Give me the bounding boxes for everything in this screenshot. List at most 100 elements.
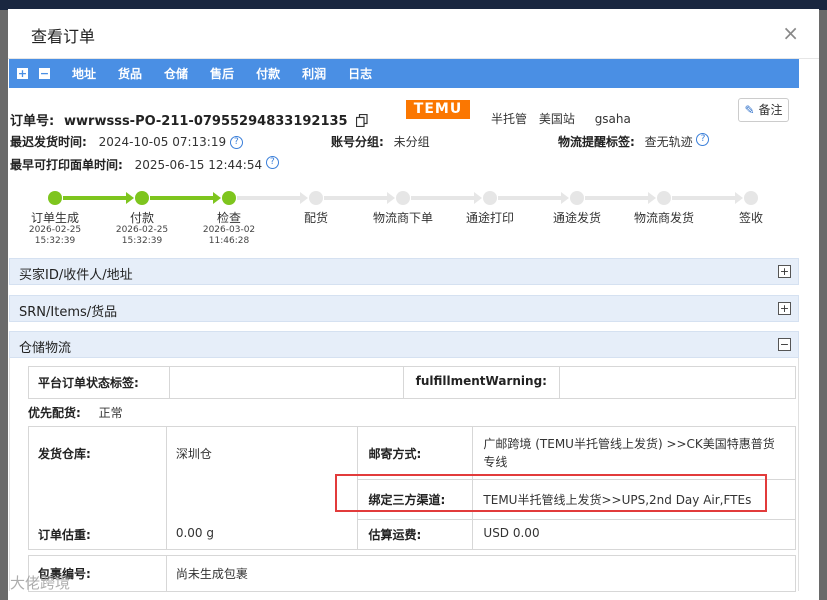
note-button[interactable]: ✎ 备注: [738, 98, 789, 122]
progress-step-time: 2026-02-25 15:32:39: [97, 225, 187, 247]
progress-arrow: [213, 192, 221, 204]
toolbar-link-log[interactable]: 日志: [348, 65, 372, 82]
expand-icon[interactable]: +: [778, 265, 791, 278]
help-icon[interactable]: ?: [265, 156, 279, 169]
expand-all-button[interactable]: +: [17, 68, 28, 79]
logistics-tag-value: 查无轨迹: [644, 135, 693, 149]
ship-warehouse-label: 发货仓库:: [28, 426, 167, 520]
progress-arrow: [561, 192, 569, 204]
progress-step-dot: [744, 191, 758, 205]
section-buyer-title: 买家ID/收件人/地址: [19, 268, 133, 283]
watermark: 大佬跨境: [10, 574, 71, 592]
section-warehouse[interactable]: 仓储物流 −: [9, 331, 799, 358]
highlight-box: [335, 474, 767, 512]
latest-ship-label: 最迟发货时间:: [10, 135, 87, 149]
progress-step-time: 2026-02-25 15:32:39: [10, 225, 100, 247]
toolbar-link-address[interactable]: 地址: [72, 65, 96, 82]
progress-step-label: 检查: [216, 211, 241, 225]
progress-step-label: 物流商发货: [633, 211, 694, 225]
section-buyer[interactable]: 买家ID/收件人/地址 +: [9, 258, 799, 285]
order-toolbar: + − 地址 货品 仓储 售后 付款 利润 日志: [9, 59, 799, 88]
progress-step-dot: [657, 191, 671, 205]
progress-step-dot: [135, 191, 149, 205]
mode-site-row: 半托管 美国站 gsaha: [491, 110, 631, 127]
est-freight-label: 估算运费:: [356, 519, 474, 550]
status-table: 平台订单状态标签: fulfillmentWarning:: [28, 366, 797, 399]
order-site: 美国站: [538, 112, 575, 126]
progress-step-clock: 15:32:39: [34, 236, 76, 246]
modal-title: 查看订单: [31, 27, 96, 46]
pencil-icon: ✎: [744, 103, 755, 117]
package-no-value: 尚未生成包裹: [165, 555, 797, 592]
latest-ship-row: 最迟发货时间: 2024-10-05 07:13:19 ?: [10, 133, 243, 150]
close-icon[interactable]: ×: [782, 23, 799, 43]
progress-step-label: 通途发货: [552, 211, 601, 225]
progress-connector: [324, 196, 387, 200]
toolbar-link-goods[interactable]: 货品: [118, 65, 142, 82]
progress-connector: [150, 196, 213, 200]
collapse-icon[interactable]: −: [778, 338, 791, 351]
expand-icon[interactable]: +: [778, 302, 791, 315]
progress-step-dot: [48, 191, 62, 205]
progress-step-dot: [483, 191, 497, 205]
progress-step-clock: 11:46:28: [208, 236, 250, 246]
toolbar-link-profit[interactable]: 利润: [302, 65, 326, 82]
earliest-print-value: 2025-06-15 12:44:54: [134, 158, 263, 172]
order-weight-label: 订单估重:: [28, 519, 167, 550]
toolbar-link-warehouse[interactable]: 仓储: [164, 65, 188, 82]
note-button-label: 备注: [758, 103, 783, 117]
progress-connector: [411, 196, 474, 200]
progress-step-time: 2026-03-02 11:46:28: [184, 225, 274, 247]
section-items[interactable]: SRN/Items/货品 +: [9, 295, 799, 322]
est-freight-value: USD 0.00: [472, 519, 796, 550]
progress-step-label: 签收: [738, 211, 763, 225]
order-weight-value: 0.00 g: [165, 519, 358, 550]
progress-connector: [585, 196, 648, 200]
copy-icon[interactable]: [356, 113, 369, 130]
shipping-method-label: 邮寄方式:: [356, 426, 474, 480]
priority-label: 优先配货:: [28, 406, 81, 420]
progress-step-dot: [309, 191, 323, 205]
progress-connector: [237, 196, 300, 200]
collapse-all-button[interactable]: −: [39, 68, 50, 79]
help-icon[interactable]: ?: [696, 133, 710, 146]
order-number-label: 订单号:: [10, 114, 55, 129]
progress-step-label: 订单生成: [30, 211, 79, 225]
order-mode: 半托管: [491, 112, 528, 126]
latest-ship-value: 2024-10-05 07:13:19: [98, 135, 227, 149]
help-icon[interactable]: ?: [229, 136, 243, 149]
progress-arrow: [126, 192, 134, 204]
progress-arrow: [387, 192, 395, 204]
ship-warehouse-value: 深圳仓: [165, 426, 358, 520]
package-table: 包裹编号: 尚未生成包裹: [28, 555, 797, 592]
earliest-print-row: 最早可打印面单时间: 2025-06-15 12:44:54 ?: [10, 156, 279, 173]
fulfillment-warning-value: [558, 366, 797, 399]
platform-status-value: [168, 366, 404, 399]
progress-step-dot: [570, 191, 584, 205]
order-number-value: wwrwsss-PO-211-07955294833192135: [64, 114, 348, 129]
progress-connector: [672, 196, 735, 200]
progress-step-label: 物流商下单: [372, 211, 433, 225]
section-items-title: SRN/Items/货品: [19, 305, 118, 320]
progress-step-label: 付款: [129, 211, 154, 225]
priority-value: 正常: [98, 406, 123, 420]
progress-arrow: [735, 192, 743, 204]
shipping-method-value: 广邮跨境 (TEMU半托管线上发货) >>CK美国特惠普货专线: [472, 426, 796, 480]
progress-arrow: [648, 192, 656, 204]
progress-step-dot: [396, 191, 410, 205]
platform-status-label: 平台订单状态标签:: [28, 366, 170, 399]
logistics-tag-row: 物流提醒标签: 查无轨迹 ?: [558, 133, 710, 150]
progress-step-label: 通途打印: [465, 211, 514, 225]
progress-arrow: [300, 192, 308, 204]
progress-arrow: [474, 192, 482, 204]
earliest-print-label: 最早可打印面单时间:: [10, 158, 123, 172]
progress-step-date: 2026-03-02: [202, 225, 256, 235]
order-number-row: 订单号: wwrwsss-PO-211-07955294833192135: [10, 110, 369, 130]
toolbar-link-payment[interactable]: 付款: [256, 65, 280, 82]
toolbar-link-aftersale[interactable]: 售后: [210, 65, 234, 82]
progress-connector: [63, 196, 126, 200]
order-account: gsaha: [594, 112, 631, 126]
progress-connector: [498, 196, 561, 200]
account-group-row: 账号分组: 未分组: [331, 133, 430, 150]
fulfillment-warning-label: fulfillmentWarning:: [402, 366, 560, 399]
